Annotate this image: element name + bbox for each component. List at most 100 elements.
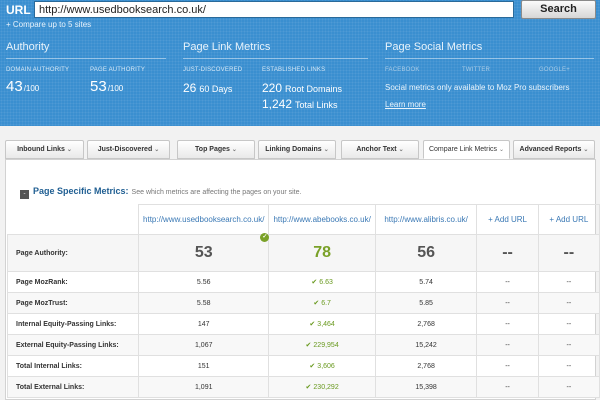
row-label: Total Internal Links:	[6, 355, 140, 377]
row-label: Total External Links:	[6, 376, 140, 398]
social-metrics-title: Page Social Metrics	[385, 41, 483, 53]
established-links-label: ESTABLISHED LINKS	[262, 67, 326, 73]
domain-authority-label: DOMAIN AUTHORITY	[6, 67, 70, 73]
table-cell: --	[476, 376, 539, 398]
check-icon: ✔	[305, 384, 312, 391]
url-input[interactable]	[34, 1, 514, 18]
table-cell-best: ✔ 3,464	[268, 313, 376, 335]
table-cell: 1,067	[138, 334, 270, 356]
table-cell: --	[537, 313, 600, 335]
just-discovered-label: JUST-DISCOVERED	[183, 67, 243, 73]
chevron-down-icon: ⌄	[499, 147, 505, 153]
table-cell: 15,242	[374, 334, 478, 356]
table-cell: 5.85	[374, 292, 478, 314]
table-row: Page MozTrust: 5.58 ✔ 6.7 5.85 -- --	[6, 292, 600, 314]
table-row: Page Authority: 53 ✓ 78 56 -- --	[6, 233, 600, 272]
table-row: Internal Equity-Passing Links: 147 ✔ 3,46…	[6, 313, 600, 335]
table-cell: --	[476, 271, 539, 293]
table-cell: --	[476, 313, 539, 335]
table-cell: 56	[374, 234, 478, 272]
table-cell: --	[537, 334, 600, 356]
column-header-url[interactable]: http://www.alibris.co.uk/	[374, 204, 478, 235]
table-cell-best: ✓ 78	[260, 233, 376, 272]
page-authority-label: PAGE AUTHORITY	[90, 67, 146, 73]
table-cell: --	[537, 355, 600, 377]
tab-top-pages[interactable]: Top Pages ⌄	[177, 140, 255, 159]
chevron-down-icon: ⌄	[154, 147, 160, 153]
table-cell: 53	[138, 234, 270, 272]
add-url-button[interactable]: + Add URL	[476, 204, 539, 235]
divider	[183, 58, 368, 59]
row-label: Page MozRank:	[6, 271, 140, 293]
table-row: Total Internal Links: 151 ✔ 3,606 2,768 -…	[6, 355, 600, 377]
compare-sites-link[interactable]: + Compare up to 5 sites	[6, 20, 91, 29]
chevron-down-icon: ⌄	[323, 147, 329, 153]
column-header-url[interactable]: http://www.usedbooksearch.co.uk/	[138, 204, 270, 235]
google-plus-label: GOOGLE+	[539, 67, 570, 73]
table-cell: 2,768	[374, 355, 478, 377]
tab-inbound-links[interactable]: Inbound Links ⌄	[5, 140, 84, 159]
table-cell: 147	[138, 313, 270, 335]
divider	[6, 58, 166, 59]
chevron-down-icon: ⌄	[66, 147, 72, 153]
facebook-label: FACEBOOK	[385, 67, 420, 73]
just-discovered-value: 26 60 Days	[183, 81, 233, 95]
table-cell: 15,398	[374, 376, 478, 398]
collapse-toggle-icon[interactable]: -	[20, 190, 29, 199]
page-authority-value: 53/100	[90, 78, 124, 95]
table-row: Page MozRank: 5.56 ✔ 6.63 5.74 -- --	[6, 271, 600, 293]
check-icon: ✔	[305, 342, 312, 349]
table-cell: --	[476, 355, 539, 377]
chevron-down-icon: ⌄	[398, 147, 404, 153]
best-check-icon: ✓	[260, 233, 270, 242]
add-url-button[interactable]: + Add URL	[537, 204, 600, 235]
page-link-metrics-title: Page Link Metrics	[183, 41, 271, 53]
table-cell-best: ✔ 229,954	[268, 334, 376, 356]
table-cell: 1,091	[138, 376, 270, 398]
compare-metrics-table: http://www.usedbooksearch.co.uk/ http://…	[6, 204, 600, 398]
learn-more-link[interactable]: Learn more	[385, 100, 426, 109]
twitter-label: TWITTER	[462, 67, 491, 73]
table-cell: 151	[138, 355, 270, 377]
table-cell: --	[537, 376, 600, 398]
table-cell: --	[537, 234, 600, 272]
table-cell: --	[476, 234, 539, 272]
table-row: Total External Links: 1,091 ✔ 230,292 15,…	[6, 376, 600, 398]
table-row: External Equity-Passing Links: 1,067 ✔ 22…	[6, 334, 600, 356]
table-cell-best: ✔ 3,606	[268, 355, 376, 377]
root-domains-value: 220 Root Domains	[262, 81, 343, 95]
chevron-down-icon: ⌄	[231, 147, 237, 153]
report-tabs: Inbound Links ⌄ Just-Discovered ⌄ Top Page…	[0, 140, 600, 159]
column-header-url[interactable]: http://www.abebooks.co.uk/	[268, 204, 376, 235]
table-cell: --	[476, 292, 539, 314]
social-subscriber-message: Social metrics only available to Moz Pro…	[385, 83, 570, 92]
table-corner	[7, 204, 140, 235]
table-cell: 2,768	[374, 313, 478, 335]
check-icon: ✔	[309, 321, 316, 328]
tab-linking-domains[interactable]: Linking Domains ⌄	[258, 140, 336, 159]
check-icon: ✔	[313, 300, 320, 307]
divider	[385, 58, 594, 59]
check-icon: ✔	[309, 363, 316, 370]
url-label: URL	[6, 3, 31, 17]
table-cell-best: ✔ 6.63	[268, 271, 376, 293]
table-cell: --	[537, 292, 600, 314]
authority-title: Authority	[6, 41, 50, 53]
total-links-value: 1,242 Total Links	[262, 97, 338, 111]
domain-authority-value: 43/100	[6, 78, 40, 95]
table-cell-best: ✔ 6.7	[268, 292, 376, 314]
table-cell-best: ✔ 230,292	[268, 376, 376, 398]
table-cell: --	[537, 271, 600, 293]
tab-just-discovered[interactable]: Just-Discovered ⌄	[87, 140, 170, 159]
row-label: External Equity-Passing Links:	[6, 334, 140, 356]
table-cell: 5.74	[374, 271, 478, 293]
chevron-down-icon: ⌄	[583, 147, 589, 153]
tab-compare-link-metrics[interactable]: Compare Link Metrics ⌄	[423, 140, 510, 159]
row-label: Internal Equity-Passing Links:	[6, 313, 140, 335]
tab-anchor-text[interactable]: Anchor Text ⌄	[341, 140, 419, 159]
tab-advanced-reports[interactable]: Advanced Reports ⌄	[513, 140, 595, 159]
row-label: Page MozTrust:	[6, 292, 140, 314]
table-cell: --	[476, 334, 539, 356]
search-button[interactable]: Search	[521, 0, 596, 19]
table-cell: 5.56	[138, 271, 270, 293]
